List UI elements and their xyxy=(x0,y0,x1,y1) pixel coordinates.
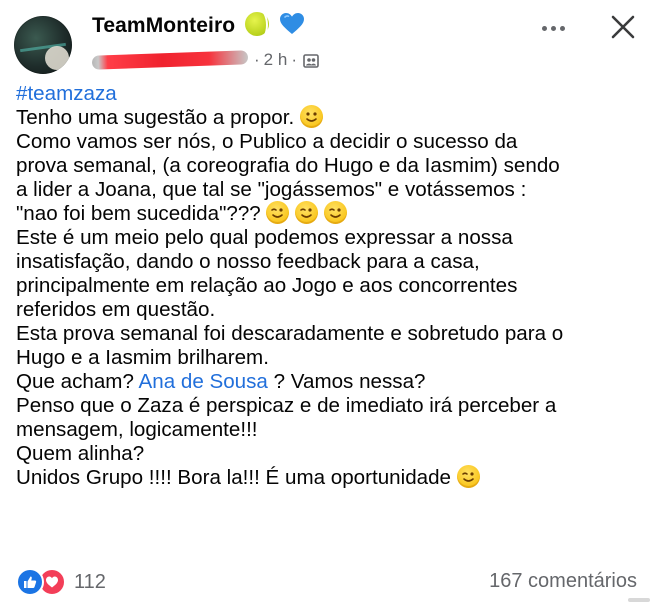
post-line: "nao foi bem sucedida"??? xyxy=(16,201,646,226)
post-line: Quem alinha? xyxy=(16,442,145,466)
reaction-count: 112 xyxy=(74,570,106,593)
avatar-detail-circle xyxy=(45,46,69,70)
page-name[interactable]: TeamMonteiro xyxy=(92,14,235,37)
post-line: a lider a Joana, que tal se "jogássemos"… xyxy=(16,178,527,202)
post-line: referidos em questão. xyxy=(16,298,216,322)
reactions-summary[interactable]: 112 xyxy=(16,568,106,596)
wink-emoji-icon xyxy=(295,201,319,225)
close-icon[interactable] xyxy=(608,12,638,42)
post-footer: 112 167 comentários xyxy=(0,560,653,600)
post-time[interactable]: 2 h xyxy=(264,50,288,70)
scroll-indicator xyxy=(628,598,650,602)
post-meta: · 2 h · xyxy=(91,50,319,70)
wink-emoji-icon xyxy=(266,201,290,225)
tennis-ball-icon xyxy=(245,8,270,43)
post-header: TeamMonteiro · 2 h · xyxy=(0,0,653,88)
page-avatar[interactable] xyxy=(14,16,72,74)
comments-count-link[interactable]: 167 comentários xyxy=(489,570,637,593)
redacted-author xyxy=(91,50,249,70)
post-line: Hugo e a Iasmim brilharem. xyxy=(16,346,269,370)
post-line: Unidos Grupo !!!! Bora la!!! É uma oport… xyxy=(16,465,646,490)
wink-emoji-icon xyxy=(323,201,347,225)
post-line: prova semanal, (a coreografia do Hugo e … xyxy=(16,154,560,178)
like-icon xyxy=(16,568,44,596)
group-icon xyxy=(303,53,319,68)
post-text: #teamzaza Tenho uma sugestão a propor. C… xyxy=(16,82,646,490)
meta-separator: · xyxy=(254,50,260,69)
post-line: insatisfação, dando o nosso feedback par… xyxy=(16,250,480,274)
more-options-icon[interactable] xyxy=(538,22,568,34)
post-line: mensagem, logicamente!!! xyxy=(16,418,258,442)
page-name-row: TeamMonteiro xyxy=(92,8,305,43)
meta-separator-2: · xyxy=(291,50,297,69)
post-line: Penso que o Zaza é perspicaz e de imedia… xyxy=(16,394,557,418)
post-line: Tenho uma sugestão a propor. xyxy=(16,105,646,130)
post-line: Este é um meio pelo qual podemos express… xyxy=(16,226,513,250)
blue-heart-icon xyxy=(279,12,305,36)
post-line: Que acham? Ana de Sousa ? Vamos nessa? xyxy=(16,370,426,394)
post-line: Esta prova semanal foi descaradamente e … xyxy=(16,322,564,346)
wink-emoji-icon xyxy=(456,465,480,489)
post-line: Como vamos ser nós, o Publico a decidir … xyxy=(16,130,518,154)
hashtag-link[interactable]: #teamzaza xyxy=(16,82,117,105)
slight-smile-emoji-icon xyxy=(299,105,323,129)
post-line: principalmente em relação ao Jogo e aos … xyxy=(16,274,518,298)
mention-link[interactable]: Ana de Sousa xyxy=(139,370,268,393)
